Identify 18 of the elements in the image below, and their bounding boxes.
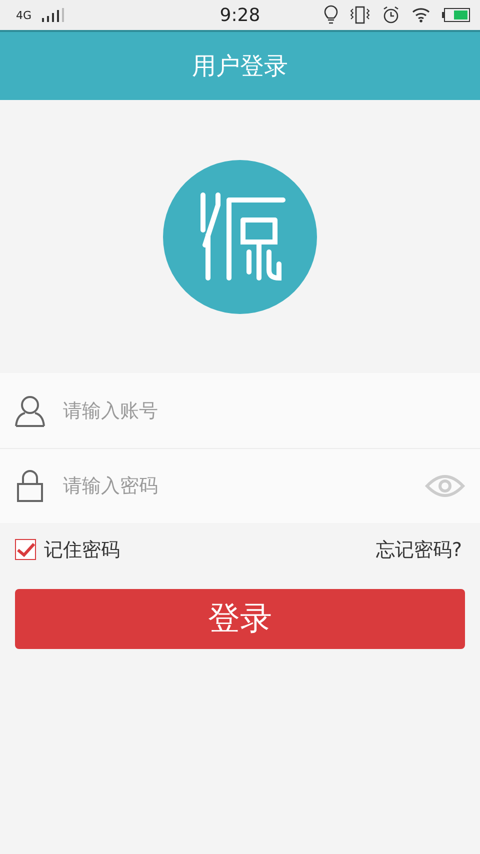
clock-time: 9:28 [220,4,260,26]
login-button[interactable]: 登录 [15,589,465,649]
password-field[interactable]: 请输入密码 [61,474,425,498]
page-title: 用户登录 [192,51,288,82]
user-icon [15,394,45,426]
remember-label: 记住密码 [44,538,120,562]
account-field[interactable]: 请输入账号 [61,398,465,422]
forgot-password-link[interactable]: 忘记密码? [376,536,462,562]
signal-icon [42,8,64,22]
battery-icon [442,8,470,22]
remember-checkbox[interactable] [15,539,36,560]
wifi-icon [412,7,430,23]
lightbulb-icon [324,5,338,25]
network-type: 4G [16,8,32,22]
lock-icon [15,470,45,502]
logo-icon [163,160,317,314]
alarm-icon [382,6,400,24]
vibrate-icon [350,6,370,24]
